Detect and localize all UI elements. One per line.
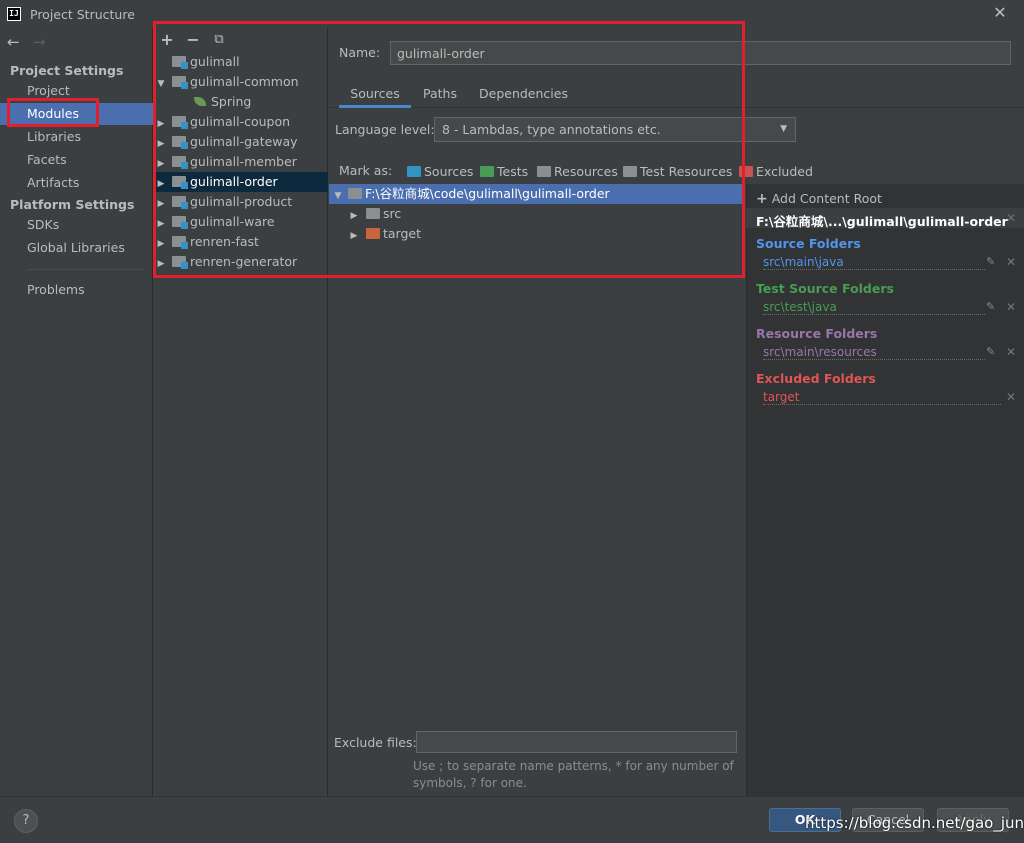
project-settings-heading: Project Settings xyxy=(10,63,124,78)
plus-icon: + xyxy=(756,191,768,207)
test-source-folder-item: src\test\java xyxy=(763,300,985,315)
chevron-down-icon: ▼ xyxy=(780,124,787,134)
sidebar-item-artifacts[interactable]: Artifacts xyxy=(0,172,153,194)
window-title: Project Structure xyxy=(30,7,135,22)
help-button[interactable]: ? xyxy=(14,809,38,833)
sidebar-divider xyxy=(27,269,143,270)
mark-excluded-button[interactable]: Excluded xyxy=(739,164,813,179)
watermark: https://blog.csdn.net/gao_jun1 xyxy=(805,814,1024,832)
intellij-logo-icon: IJ xyxy=(7,7,21,21)
annotation-box-modules xyxy=(7,98,99,127)
exclude-files-input[interactable] xyxy=(416,731,737,753)
remove-icon[interactable]: ✕ xyxy=(1006,345,1016,359)
content-roots-pane xyxy=(746,184,1024,796)
remove-icon[interactable]: ✕ xyxy=(1006,255,1016,269)
close-icon[interactable]: ✕ xyxy=(990,3,1010,23)
remove-icon[interactable]: ✕ xyxy=(1006,390,1016,404)
excluded-folders-heading: Excluded Folders xyxy=(756,371,876,386)
add-content-root-button[interactable]: + Add Content Root xyxy=(756,191,882,207)
edit-icon[interactable]: ✎ xyxy=(986,300,995,313)
resource-folder-item: src\main\resources xyxy=(763,345,985,360)
excluded-folder-item: target xyxy=(763,390,1001,405)
sidebar-item-problems[interactable]: Problems xyxy=(0,279,153,301)
sidebar-item-facets[interactable]: Facets xyxy=(0,149,153,171)
remove-root-icon[interactable]: ✕ xyxy=(1006,211,1016,225)
source-folder-item: src\main\java xyxy=(763,255,985,270)
sidebar-item-global-libraries[interactable]: Global Libraries xyxy=(0,237,153,259)
sidebar-item-libraries[interactable]: Libraries xyxy=(0,126,153,148)
resource-folders-heading: Resource Folders xyxy=(756,326,878,341)
platform-settings-heading: Platform Settings xyxy=(10,197,135,212)
content-root-path-label: F:\谷粒商城\...\gulimall\gulimall-order xyxy=(756,214,1008,229)
exclude-files-label: Exclude files: xyxy=(334,735,417,750)
exclude-files-hint: Use ; to separate name patterns, * for a… xyxy=(413,759,734,790)
sidebar-item-sdks[interactable]: SDKs xyxy=(0,214,153,236)
annotation-box-module-tree xyxy=(153,21,745,278)
forward-arrow-icon[interactable]: → xyxy=(33,33,46,51)
back-arrow-icon[interactable]: ← xyxy=(7,33,20,51)
source-folders-heading: Source Folders xyxy=(756,236,861,251)
add-content-root-label: Add Content Root xyxy=(771,191,882,206)
edit-icon[interactable]: ✎ xyxy=(986,345,995,358)
remove-icon[interactable]: ✕ xyxy=(1006,300,1016,314)
test-source-folders-heading: Test Source Folders xyxy=(756,281,894,296)
edit-icon[interactable]: ✎ xyxy=(986,255,995,268)
mark-excluded-label: Excluded xyxy=(756,164,813,179)
